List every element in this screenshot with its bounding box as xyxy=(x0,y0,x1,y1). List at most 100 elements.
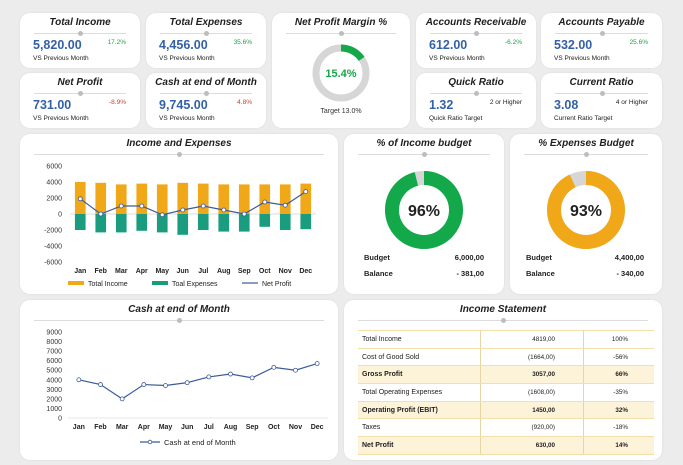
kpi-value: 612.00 xyxy=(429,38,468,52)
y-tick-label: 6000 xyxy=(46,164,62,171)
net-profit-margin-card: Net Profit Margin % 15.4% Target 13.0% xyxy=(272,13,410,128)
table-row: Total Income 4819,00 100% xyxy=(358,330,654,349)
card-title: % Expenses Budget xyxy=(538,138,634,149)
kpi-subtitle: Quick Ratio Target xyxy=(429,115,483,122)
income-budget-card: % of Income budget 96% Budget 6,000,00 B… xyxy=(344,134,504,294)
x-tick-label: May xyxy=(159,424,173,431)
row-label: Net Profit xyxy=(358,436,481,455)
kpi-change: -6.2% xyxy=(505,39,522,46)
cash-point xyxy=(206,374,212,380)
net-profit-point xyxy=(180,207,186,213)
budget-label: Budget xyxy=(364,253,390,262)
cash-point xyxy=(119,396,125,402)
y-tick-label: 5000 xyxy=(46,368,62,375)
expense-budget-gauge: 93% Budget 4,400,00 Balance - 340,00 xyxy=(526,171,644,278)
kpi-total-expenses: Total Expenses 4,456.00 35.6% VS Previou… xyxy=(146,13,266,68)
expense-bar xyxy=(115,214,127,233)
kpi-value: 3.08 xyxy=(554,98,579,112)
y-tick-label: 2000 xyxy=(46,196,62,203)
income-bar xyxy=(115,184,127,214)
cash-point xyxy=(184,380,190,386)
row-label: Gross Profit xyxy=(358,365,481,385)
y-tick-label: 7000 xyxy=(46,349,62,356)
x-tick-label: Apr xyxy=(138,424,150,431)
kpi-accounts-receivable: Accounts Receivable 612.00 -6.2% VS Prev… xyxy=(416,13,536,68)
gauge-target: Target 13.0% xyxy=(320,108,361,115)
net-profit-line xyxy=(79,191,307,216)
x-tick-label: Sep xyxy=(246,424,259,431)
cash-point xyxy=(228,371,233,377)
y-tick-label: 1000 xyxy=(46,406,62,413)
x-tick-label: Nov xyxy=(279,268,292,275)
budget-label: Budget xyxy=(526,253,552,262)
x-tick-label: Feb xyxy=(94,424,106,431)
y-tick-label: 6000 xyxy=(46,358,62,365)
x-tick-label: Oct xyxy=(259,268,271,275)
legend-swatch-income xyxy=(68,281,84,285)
row-label: Cost of Good Sold xyxy=(358,348,481,367)
income-bar xyxy=(156,184,168,214)
kpi-change: 25.6% xyxy=(629,39,648,46)
expense-bar xyxy=(74,214,86,230)
income-statement-table: Total Income 4819,00 100% Cost of Good Sold… xyxy=(358,330,654,455)
kpi-change: 17.2% xyxy=(107,39,126,46)
expense-bar xyxy=(259,214,271,227)
x-tick-label: Jul xyxy=(198,268,208,275)
x-tick-label: Apr xyxy=(136,268,148,275)
kpi-subtitle: VS Previous Month xyxy=(33,115,89,122)
kpi-title: Quick Ratio xyxy=(448,77,504,88)
expense-bar xyxy=(218,214,230,232)
net-profit-point xyxy=(282,202,288,208)
row-percent: 66% xyxy=(583,365,654,385)
kpi-value: 4,456.00 xyxy=(159,38,208,52)
kpi-subtitle: Current Ratio Target xyxy=(554,115,613,122)
balance-label: Balance xyxy=(364,269,393,278)
x-tick-label: Jun xyxy=(177,268,189,275)
income-expenses-chart: 6000 4000 2000 0 -2000 -4000 -6000 Jan Feb Mar Apr… xyxy=(44,164,316,288)
income-bar xyxy=(300,183,312,214)
legend-marker-cash xyxy=(147,439,153,445)
cash-point xyxy=(249,375,255,381)
kpi-subtitle: VS Previous Month xyxy=(159,115,215,122)
row-value: 3057,00 xyxy=(480,365,584,385)
y-tick-label: -2000 xyxy=(44,228,62,235)
kpi-change: -8.9% xyxy=(109,99,126,106)
x-tick-label: Feb xyxy=(95,268,107,275)
y-tick-label: 0 xyxy=(58,212,62,219)
income-bar xyxy=(197,183,209,214)
legend-label-income: Total Income xyxy=(88,281,128,288)
expense-bar xyxy=(95,214,107,233)
cash-point xyxy=(76,377,82,383)
x-tick-label: Jun xyxy=(181,424,193,431)
income-bar xyxy=(238,184,250,214)
x-tick-label: Jan xyxy=(74,268,86,275)
row-value: (1608,00) xyxy=(480,383,584,402)
y-tick-label: 4000 xyxy=(46,377,62,384)
row-label: Total Operating Expenses xyxy=(358,383,481,402)
kpi-value: 5,820.00 xyxy=(33,38,82,52)
net-profit-point xyxy=(98,211,104,217)
net-profit-point xyxy=(139,203,145,209)
cash-point xyxy=(163,383,168,388)
income-budget-gauge: 96% Budget 6,000,00 Balance - 381,00 xyxy=(364,171,484,278)
kpi-net-profit: Net Profit 731.00 -8.9% VS Previous Mont… xyxy=(20,73,140,128)
gauge-value: 93% xyxy=(570,203,602,220)
row-percent: -18% xyxy=(583,418,654,438)
kpi-value: 1.32 xyxy=(429,98,454,112)
net-profit-point xyxy=(262,199,268,205)
kpi-title: Accounts Payable xyxy=(558,17,645,28)
x-tick-label: Oct xyxy=(268,424,280,431)
cash-line xyxy=(78,362,318,400)
expense-budget-card: % Expenses Budget 93% Budget 4,400,00 Ba… xyxy=(510,134,662,294)
x-tick-label: May xyxy=(155,268,169,275)
table-row: Cost of Good Sold (1664,00) -56% xyxy=(358,348,654,367)
row-percent: 32% xyxy=(583,401,654,420)
net-margin-gauge: 15.4% Target 13.0% xyxy=(312,44,370,115)
net-profit-point xyxy=(77,196,83,202)
net-profit-point xyxy=(118,203,124,209)
kpi-quick-ratio: Quick Ratio 1.32 2 or Higher Quick Ratio… xyxy=(416,73,536,128)
net-profit-point xyxy=(221,207,227,213)
y-tick-label: 9000 xyxy=(46,330,62,337)
cash-point xyxy=(271,364,277,370)
table-row: Gross Profit 3057,00 66% xyxy=(358,365,654,385)
